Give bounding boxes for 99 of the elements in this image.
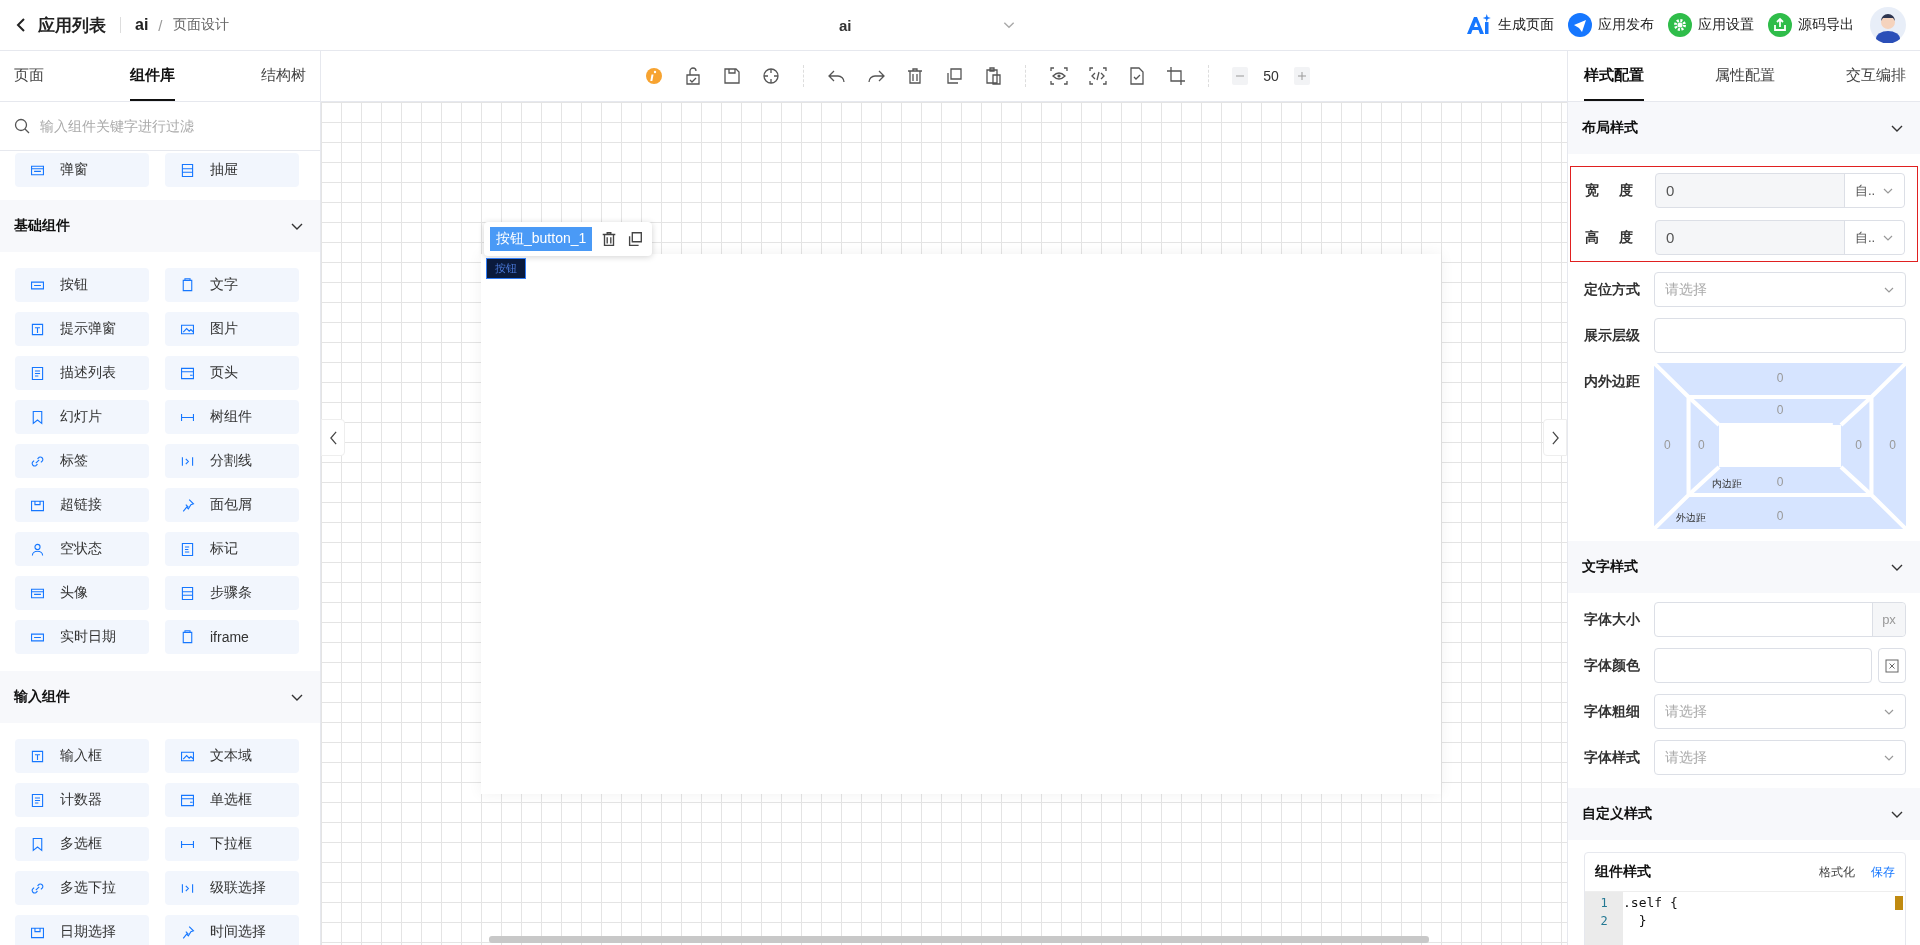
component-item[interactable]: 时间选择 xyxy=(165,915,299,945)
component-item[interactable]: 下拉框 xyxy=(165,827,299,861)
field-label: 内外边距 xyxy=(1584,372,1641,391)
paste-icon[interactable] xyxy=(983,66,1004,86)
field-label: 展示层级 xyxy=(1584,326,1641,345)
collapse-left-button[interactable] xyxy=(321,419,345,456)
section-header[interactable]: 文字样式 xyxy=(1568,541,1920,593)
component-item[interactable]: 级联选择 xyxy=(165,871,299,905)
component-item[interactable]: 弹窗 xyxy=(15,153,149,187)
size-field[interactable]: 0 自.. xyxy=(1655,173,1905,208)
avatar[interactable] xyxy=(1870,7,1906,43)
search-field[interactable]: 输入组件关键字进行过滤 xyxy=(38,117,306,135)
code-line: .self { xyxy=(1623,894,1679,912)
widget-icon xyxy=(179,584,196,602)
component-item[interactable]: iframe xyxy=(165,620,299,654)
header-action[interactable]: 应用设置 xyxy=(1698,16,1754,34)
component-item[interactable]: 多选下拉 xyxy=(15,871,149,905)
component-item[interactable]: 描述列表 xyxy=(15,356,149,390)
widget-icon xyxy=(179,161,196,179)
component-item[interactable]: 面包屑 xyxy=(165,488,299,522)
field-label: 字体颜色 xyxy=(1584,656,1641,675)
component-item[interactable]: 按钮 xyxy=(15,268,149,302)
panel-tab[interactable]: 页面 xyxy=(14,51,44,101)
breadcrumb-separator: / xyxy=(158,16,163,34)
save-icon[interactable] xyxy=(722,66,743,86)
format-link[interactable]: 格式化 xyxy=(1819,863,1855,881)
plus-icon xyxy=(1296,71,1307,81)
save-link[interactable]: 保存 xyxy=(1871,863,1895,881)
component-item[interactable]: 多选框 xyxy=(15,827,149,861)
panel-tab[interactable]: 交互编排 xyxy=(1846,51,1906,101)
field-label: 字体样式 xyxy=(1584,748,1641,767)
header-action[interactable]: 源码导出 xyxy=(1798,16,1854,34)
section-header[interactable]: 自定义样式 xyxy=(1568,788,1920,840)
field-label: 字体粗细 xyxy=(1584,702,1641,721)
section-header[interactable]: 布局样式 xyxy=(1568,102,1920,154)
header-action[interactable]: 应用发布 xyxy=(1598,16,1654,34)
page-label: 页面设计 xyxy=(172,16,229,34)
component-item[interactable]: 超链接 xyxy=(15,488,149,522)
paper-plane-icon[interactable] xyxy=(1568,13,1592,37)
chevron-right-icon xyxy=(1550,430,1560,445)
app-name: ai xyxy=(135,16,149,34)
component-item[interactable]: 输入框 xyxy=(15,739,149,773)
field-label: 字体大小 xyxy=(1584,610,1641,629)
component-item[interactable]: 标记 xyxy=(165,532,299,566)
field-label: 定位方式 xyxy=(1584,280,1641,299)
component-item[interactable]: 分割线 xyxy=(165,444,299,478)
panel-tab[interactable]: 结构树 xyxy=(261,51,306,101)
code-icon[interactable] xyxy=(1088,66,1109,86)
group-header[interactable]: 输入组件 xyxy=(0,671,320,723)
code-line: } xyxy=(1637,912,1648,930)
component-item[interactable]: 文本域 xyxy=(165,739,299,773)
editor-title: 组件样式 xyxy=(1595,863,1652,881)
page-title: ai xyxy=(839,16,852,34)
component-item[interactable]: 计数器 xyxy=(15,783,149,817)
eye-icon[interactable] xyxy=(1049,66,1070,86)
component-item[interactable]: 页头 xyxy=(165,356,299,390)
group-header[interactable]: 基础组件 xyxy=(0,200,320,252)
component-item[interactable]: 幻灯片 xyxy=(15,400,149,434)
header-action[interactable]: 生成页面 xyxy=(1498,16,1554,34)
color-field[interactable] xyxy=(1654,648,1872,683)
component-item[interactable]: 日期选择 xyxy=(15,915,149,945)
component-item[interactable]: 文字 xyxy=(165,268,299,302)
component-item[interactable]: 提示弹窗 xyxy=(15,312,149,346)
collapse-right-button[interactable] xyxy=(1543,419,1567,456)
field-label: 高 度 xyxy=(1585,228,1633,247)
search-icon xyxy=(14,118,30,134)
widget-icon xyxy=(179,540,196,558)
chevron-left-icon xyxy=(328,430,338,445)
line-number: 1 xyxy=(1599,895,1609,912)
crosshair-icon[interactable] xyxy=(761,66,782,86)
component-item[interactable]: 抽屉 xyxy=(165,153,299,187)
scrollbar[interactable] xyxy=(1895,896,1903,910)
padding-label: 内边距 xyxy=(1712,477,1742,491)
widget-icon xyxy=(29,364,46,382)
crop-icon[interactable] xyxy=(1166,66,1187,86)
size-field[interactable]: 0 自.. xyxy=(1655,220,1905,255)
canvas-button[interactable]: 按钮 xyxy=(486,258,526,279)
component-item[interactable]: 标签 xyxy=(15,444,149,478)
zoom-value: 50 xyxy=(1263,68,1279,84)
line-number: 2 xyxy=(1599,913,1609,930)
input-field[interactable] xyxy=(1654,318,1906,353)
component-item[interactable]: 空状态 xyxy=(15,532,149,566)
sparkle-icon[interactable] xyxy=(1466,14,1492,36)
copy-icon[interactable] xyxy=(626,230,645,248)
close-icon xyxy=(1885,658,1899,673)
panel-tab[interactable]: 属性配置 xyxy=(1715,51,1775,101)
component-item[interactable]: 步骤条 xyxy=(165,576,299,610)
widget-icon xyxy=(29,791,46,809)
margin-label: 外边距 xyxy=(1676,511,1706,525)
component-item[interactable]: 头像 xyxy=(15,576,149,610)
component-item[interactable]: 单选框 xyxy=(165,783,299,817)
scrollbar[interactable] xyxy=(489,936,1429,943)
selection-label: 按钮_button_1 xyxy=(490,227,593,251)
field-label: 宽 度 xyxy=(1585,181,1633,200)
component-item[interactable]: 树组件 xyxy=(165,400,299,434)
component-item[interactable]: 图片 xyxy=(165,312,299,346)
panel-tab[interactable]: 组件库 xyxy=(130,51,175,101)
component-item[interactable]: 实时日期 xyxy=(15,620,149,654)
back-link[interactable]: 应用列表 xyxy=(38,13,106,37)
